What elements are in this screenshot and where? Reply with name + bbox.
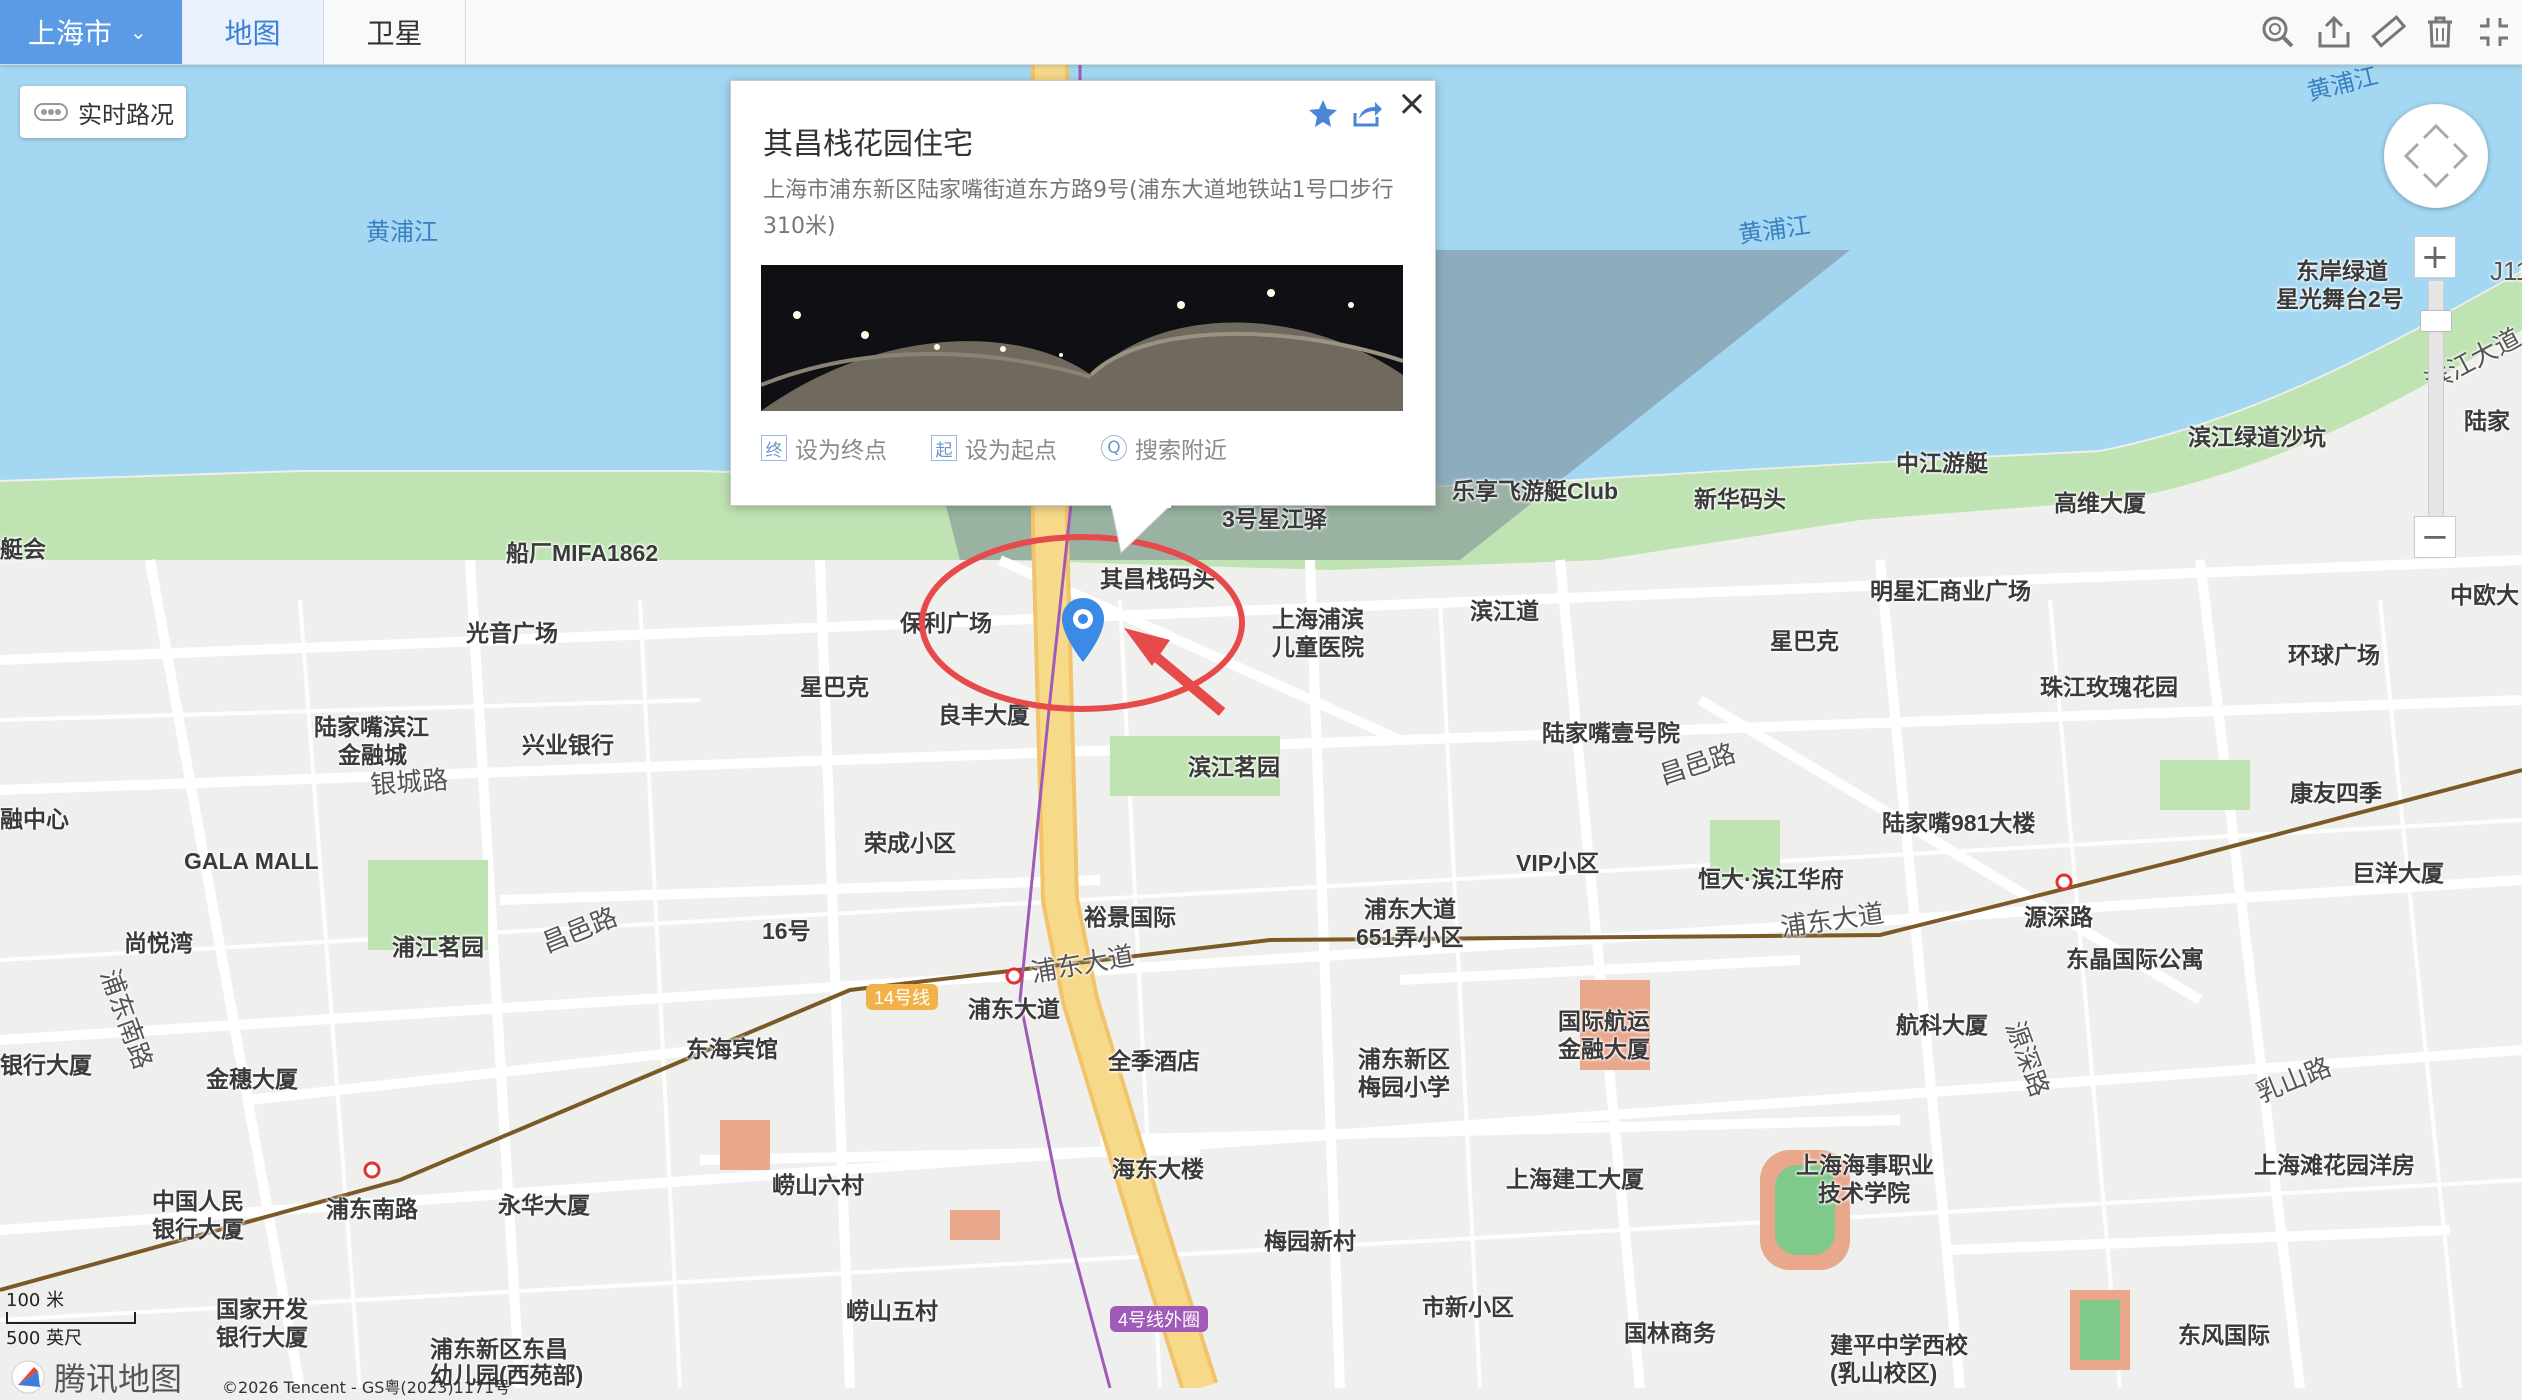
- search-icon: Q: [1101, 435, 1127, 461]
- popup-pointer: [1111, 505, 1171, 554]
- place-title: 其昌栈花园住宅: [763, 127, 973, 162]
- panorama-image: [761, 265, 1403, 411]
- place-info-popup: 其昌栈花园住宅 × 上海市浦东新区陆家嘴街道东方路9号(浦东大道地铁站1号口步行…: [730, 80, 1436, 554]
- action-label: 搜索附近: [1135, 438, 1227, 464]
- set-origin-button[interactable]: 起 设为起点: [931, 431, 1057, 465]
- street-view-photo[interactable]: [761, 265, 1403, 411]
- popup-actions: 终 设为终点 起 设为起点 Q 搜索附近: [761, 431, 1227, 465]
- action-label: 设为终点: [795, 438, 887, 464]
- destination-icon: 终: [761, 435, 787, 461]
- search-nearby-button[interactable]: Q 搜索附近: [1101, 431, 1227, 465]
- share-icon[interactable]: [1351, 99, 1383, 129]
- location-pin-icon[interactable]: [1060, 596, 1106, 666]
- star-icon[interactable]: [1307, 97, 1339, 129]
- origin-icon: 起: [931, 435, 957, 461]
- close-icon[interactable]: ×: [1397, 83, 1427, 124]
- set-destination-button[interactable]: 终 设为终点: [761, 431, 887, 465]
- place-address: 上海市浦东新区陆家嘴街道东方路9号(浦东大道地铁站1号口步行310米): [763, 178, 1394, 239]
- action-label: 设为起点: [965, 438, 1057, 464]
